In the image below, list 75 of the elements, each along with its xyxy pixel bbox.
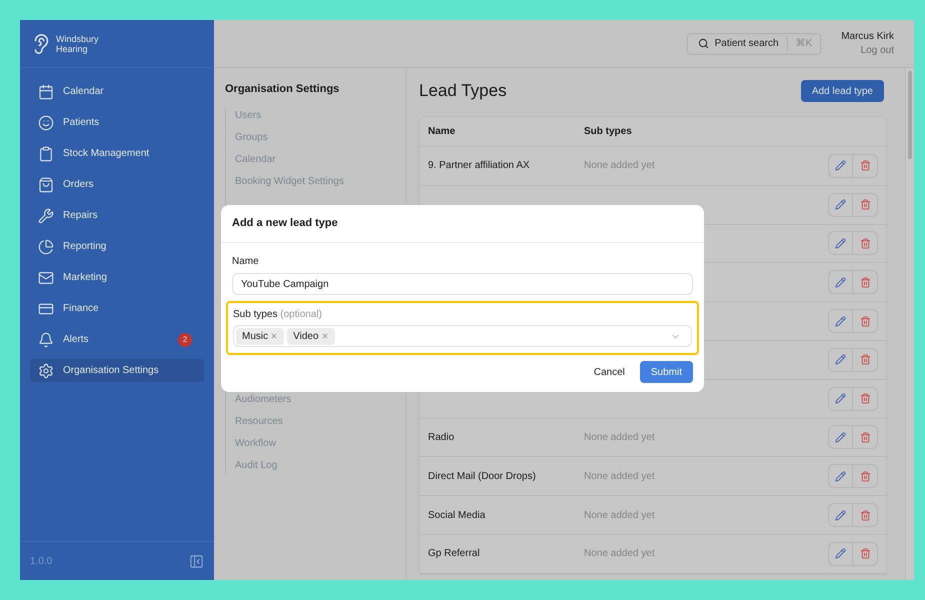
table-cell-text: None added yet — [584, 430, 655, 445]
column-header: Sub types — [584, 125, 632, 139]
cancel-button[interactable]: Cancel — [594, 364, 625, 380]
trash-icon — [860, 276, 870, 288]
nav-item[interactable]: Orders — [30, 173, 204, 196]
pie-chart-icon — [38, 238, 54, 254]
table-cell-text: Direct Mail (Door Drops) — [428, 470, 537, 484]
pencil-icon — [835, 354, 846, 366]
tag-chip[interactable]: Video — [287, 328, 335, 344]
trash-icon — [860, 470, 870, 482]
trash-icon — [860, 160, 870, 172]
user-name: Marcus Kirk — [841, 30, 894, 44]
nav-item[interactable]: Finance — [30, 297, 204, 320]
nav-item[interactable]: Calendar — [30, 80, 204, 103]
nav-item[interactable]: Reporting — [30, 235, 204, 258]
count-badge: 2 — [178, 332, 192, 346]
dialog-title: Add a new lead type — [232, 216, 338, 232]
page-title: Lead Types — [419, 80, 507, 102]
nav-item[interactable]: Repairs — [30, 204, 204, 227]
settings-heading: Organisation Settings — [225, 82, 340, 97]
bell-icon — [38, 332, 54, 348]
table-cell-text: 9. Partner affiliation AX — [428, 159, 531, 174]
table-cell-text: Gp Referral — [428, 547, 481, 562]
table-cell-text: None added yet — [584, 547, 655, 562]
remove-icon[interactable] — [320, 332, 329, 340]
trash-icon — [860, 393, 870, 404]
field-label: Name — [232, 255, 260, 269]
pencil-icon — [835, 548, 846, 560]
table-cell-text: Social Media — [428, 508, 486, 523]
trash-icon — [860, 548, 870, 560]
table-cell-text: Radio — [428, 430, 456, 445]
trash-icon — [860, 510, 870, 521]
table-cell-text: None added yet — [584, 508, 655, 523]
nav-item[interactable]: Alerts 2 — [30, 328, 204, 351]
submit-button[interactable]: Submit — [640, 361, 693, 383]
search-icon — [698, 38, 709, 49]
table-cell-text: None added yet — [584, 159, 655, 174]
pencil-icon — [835, 470, 846, 482]
trash-icon — [860, 238, 870, 249]
envelope-icon — [38, 270, 54, 286]
wrench-icon — [38, 208, 54, 224]
pencil-icon — [835, 199, 846, 210]
collapse-sidebar-icon[interactable] — [189, 554, 204, 568]
pencil-icon — [835, 316, 846, 327]
version-label: 1.0.0 — [30, 554, 52, 568]
nav-item[interactable]: Marketing — [30, 266, 204, 289]
smiley-icon — [38, 114, 54, 130]
nav-item[interactable]: Stock Management — [30, 142, 204, 165]
tag-chip[interactable]: Music — [236, 328, 284, 344]
pencil-icon — [835, 432, 846, 443]
bag-icon — [38, 176, 54, 192]
calendar-icon — [38, 84, 54, 100]
pencil-icon — [835, 160, 846, 172]
trash-icon — [860, 199, 870, 210]
trash-icon — [860, 354, 870, 366]
add-lead-type-button[interactable]: Add lead type — [800, 80, 884, 102]
clipboard-icon — [38, 146, 54, 162]
nav-item[interactable]: Patients — [30, 111, 204, 134]
pencil-icon — [835, 276, 846, 288]
logout-link[interactable]: Log out — [860, 44, 894, 58]
nav-item[interactable]: Organisation Settings — [30, 359, 204, 382]
patient-search-button[interactable]: Patient search ⌘K — [686, 32, 822, 54]
trash-icon — [860, 432, 870, 443]
sub-types-field[interactable]: Music Video — [233, 325, 692, 347]
brand-name: Windsbury Hearing — [56, 34, 99, 54]
column-header: Name — [428, 125, 456, 139]
field-label: Sub types (optional) — [233, 308, 323, 322]
pencil-icon — [835, 510, 846, 521]
table-cell-text: None added yet — [584, 470, 655, 484]
name-field[interactable]: YouTube Campaign — [232, 273, 693, 295]
trash-icon — [860, 316, 870, 327]
pencil-icon — [835, 238, 846, 249]
pencil-icon — [835, 393, 846, 404]
settings-icon — [38, 362, 54, 378]
remove-icon[interactable] — [270, 332, 278, 340]
